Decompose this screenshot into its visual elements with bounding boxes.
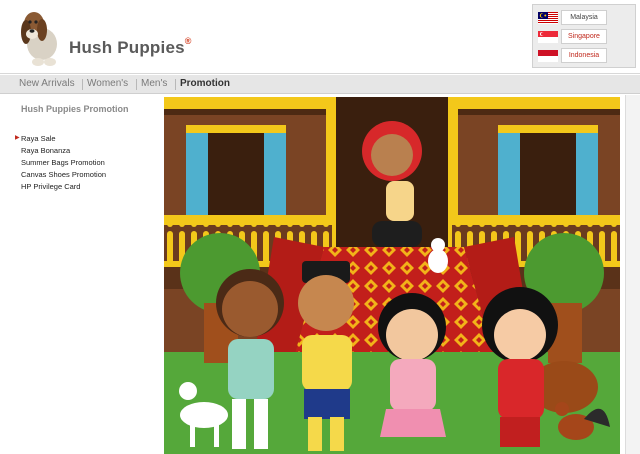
sidebar-item-summer-bags[interactable]: Summer Bags Promotion <box>21 158 105 167</box>
sidebar-title: Hush Puppies Promotion <box>21 104 129 114</box>
country-label-indonesia[interactable]: Indonesia <box>561 48 607 63</box>
basset-hound-logo-icon[interactable] <box>14 4 68 68</box>
sidebar-item-label: Summer Bags Promotion <box>21 158 105 167</box>
page-scrollbar[interactable] <box>625 95 640 454</box>
registered-mark: ® <box>184 36 192 46</box>
promotion-sidebar: Hush Puppies Promotion ▶ Raya Sale Raya … <box>0 95 162 454</box>
nav-divider <box>175 79 176 90</box>
brand-name-text: Hush Puppies <box>69 38 185 57</box>
nav-divider <box>82 79 83 90</box>
raya-celebration-illustration <box>164 97 620 454</box>
nav-new-arrivals[interactable]: New Arrivals <box>19 78 75 89</box>
sidebar-item-raya-bonanza[interactable]: Raya Bonanza <box>21 146 70 155</box>
indonesia-flag-icon <box>538 50 558 62</box>
selected-arrow-icon: ▶ <box>15 135 20 141</box>
sidebar-item-label: Raya Bonanza <box>21 146 71 155</box>
promotion-banner[interactable] <box>164 97 620 454</box>
sidebar-item-raya-sale[interactable]: ▶ Raya Sale <box>15 134 56 143</box>
nav-promotion[interactable]: Promotion <box>180 78 230 89</box>
country-malaysia[interactable]: Malaysia <box>536 10 634 26</box>
country-label-malaysia[interactable]: Malaysia <box>561 10 607 25</box>
sidebar-item-label: HP Privilege Card <box>21 182 81 191</box>
site-header: Hush Puppies® Malaysia Singapore Indones… <box>0 0 640 74</box>
sidebar-item-label: Canvas Shoes Promotion <box>21 170 107 179</box>
main-navigation: New Arrivals Women's Men's Promotion <box>0 75 640 94</box>
brand-name[interactable]: Hush Puppies® <box>69 36 192 58</box>
country-selector: Malaysia Singapore Indonesia <box>532 4 636 68</box>
sidebar-item-canvas-shoes[interactable]: Canvas Shoes Promotion <box>21 170 106 179</box>
nav-mens[interactable]: Men's <box>141 78 167 89</box>
country-indonesia[interactable]: Indonesia <box>536 48 634 64</box>
sidebar-item-privilege-card[interactable]: HP Privilege Card <box>21 182 80 191</box>
nav-divider <box>136 79 137 90</box>
singapore-flag-icon <box>538 31 558 43</box>
malaysia-flag-icon <box>538 12 558 24</box>
sidebar-item-label: Raya Sale <box>21 134 56 143</box>
country-label-singapore[interactable]: Singapore <box>561 29 607 44</box>
country-singapore[interactable]: Singapore <box>536 29 634 45</box>
nav-womens[interactable]: Women's <box>87 78 128 89</box>
